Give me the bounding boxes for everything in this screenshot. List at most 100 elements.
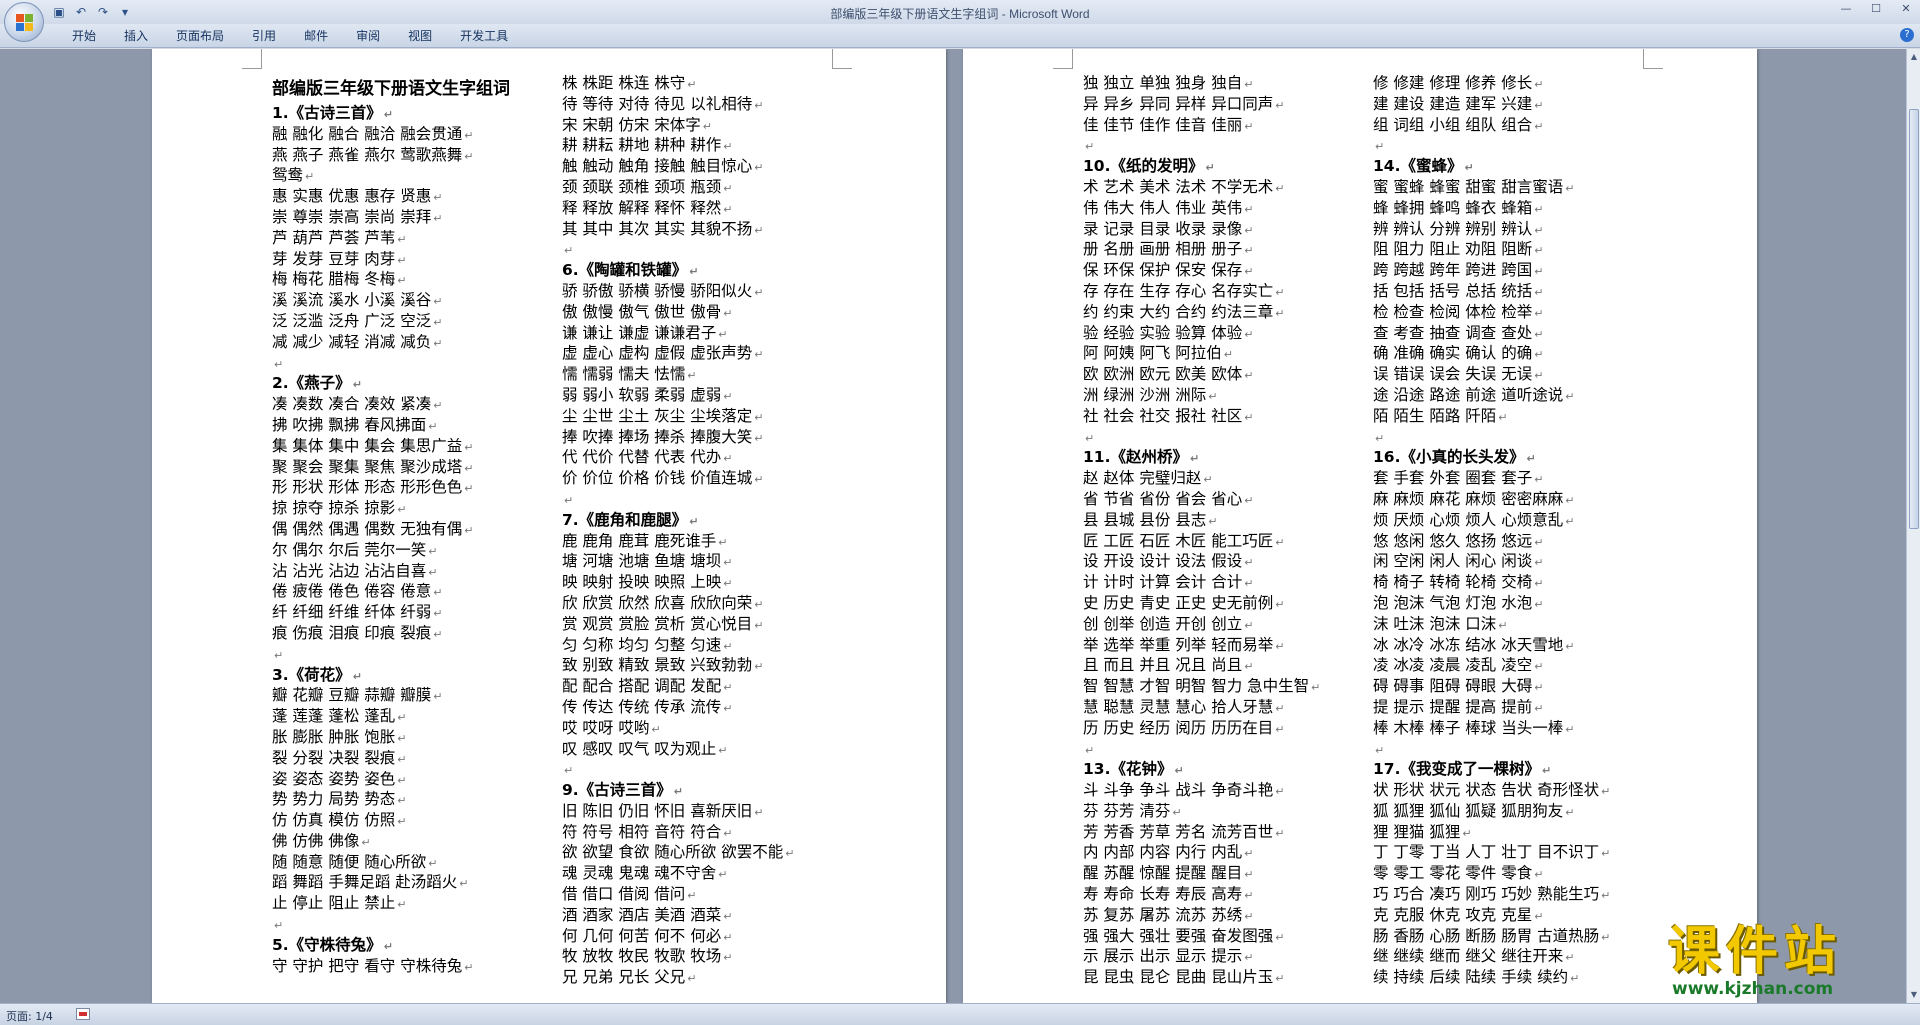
paragraph-mark-icon: ↵ [754,618,764,632]
tab-1[interactable]: 插入 [110,28,162,44]
tab-2[interactable]: 页面布局 [162,28,238,44]
word-line: 佛 仿佛 佛像 ↵ [272,831,510,852]
crop-mark [242,49,262,69]
line-text: 鹿 鹿角 鹿茸 鹿死谁手 [562,531,717,550]
paragraph-mark-icon: ↵ [1565,805,1575,819]
word-line: 沾 沾光 沾边 沾沾自喜 ↵ [272,561,510,582]
paragraph-mark-icon: ↵ [723,826,733,840]
line-text: 蜜 蜜蜂 蜂蜜 甜蜜 甜言蜜语 [1373,177,1564,196]
line-text: 牧 放牧 牧民 牧歌 牧场 [562,947,722,966]
proofing-icon[interactable] [76,1008,90,1020]
empty-paragraph: ↵ [562,489,794,510]
lesson-heading: 2.《燕子》 ↵ [272,373,510,394]
page-1-column-1: 部编版三年级下册语文生字组词 1.《古诗三首》 ↵ 融 融化 融合 融洽 融会贯通 ↵… [272,73,510,976]
word-line: 异 异乡 异同 异样 异口同声 ↵ [1083,94,1320,115]
line-text: 丁 丁零 丁当 人丁 壮丁 目不识丁 [1373,843,1600,862]
paragraph-mark-icon: ↵ [754,98,764,112]
watermark-text: 课件站 [1668,922,1843,982]
crop-mark [832,49,852,69]
line-text: 赏 观赏 赏脸 赏析 赏心悦目 [562,614,753,633]
word-line: 鹿 鹿角 鹿茸 鹿死谁手 ↵ [562,531,794,552]
empty-paragraph: ↵ [272,353,510,374]
paragraph-mark-icon: ↵ [397,898,407,912]
lesson-heading: 7.《鹿角和鹿腿》 ↵ [562,510,794,531]
paragraph-mark-icon: ↵ [723,951,733,965]
line-text: 狐 狐狸 狐仙 狐疑 狐朋狗友 [1373,801,1564,820]
word-line: 凑 凑数 凑合 凑效 紧凑 ↵ [272,394,510,415]
close-icon[interactable]: ✕ [1898,1,1914,17]
word-line: 示 展示 出示 显示 提示 ↵ [1083,946,1320,967]
paragraph-mark-icon: ↵ [689,514,699,528]
paragraph-mark-icon: ↵ [1534,223,1544,237]
paragraph-mark-icon: ↵ [754,161,764,175]
line-text: 修 修建 修理 修养 修长 [1373,74,1533,92]
line-text: 傲 傲慢 傲气 傲世 傲骨 [562,302,722,321]
line-text: 蹈 舞蹈 手舞足蹈 赴汤蹈火 [272,873,458,892]
paragraph-mark-icon: ↵ [723,140,733,154]
tab-7[interactable]: 开发工具 [446,28,522,44]
scrollbar-thumb[interactable] [1909,109,1919,529]
tab-5[interactable]: 审阅 [342,28,394,44]
minimize-icon[interactable]: — [1838,1,1854,17]
vertical-scrollbar[interactable]: ▲ ▼ [1906,49,1920,1003]
line-text: 拂 吹拂 飘拂 春风拂面 [272,415,427,434]
line-text: 止 停止 阻止 禁止 [272,894,396,913]
help-icon[interactable]: ? [1900,28,1914,42]
word-line: 丁 丁零 丁当 人丁 壮丁 目不识丁 ↵ [1373,842,1610,863]
tab-0[interactable]: 开始 [58,28,110,44]
word-line: 赏 观赏 赏脸 赏析 赏心悦目 ↵ [562,614,794,635]
paragraph-mark-icon: ↵ [1534,681,1544,695]
paragraph-mark-icon: ↵ [383,108,393,121]
line-text: 崇 尊崇 崇高 崇尚 崇拜 [272,207,432,226]
office-logo-icon [16,14,34,32]
word-line: 待 等待 对待 待见 以礼相待 ↵ [562,94,794,115]
tab-4[interactable]: 邮件 [290,28,342,44]
page-indicator[interactable]: 页面: 1/4 [6,1008,53,1024]
word-line: 塘 河塘 池塘 鱼塘 塘坝 ↵ [562,551,794,572]
office-button[interactable] [4,2,44,42]
line-text: 纤 纤细 纤维 纤体 纤弱 [272,603,432,622]
word-line: 哎 哎呀 哎哟 ↵ [562,718,794,739]
paragraph-mark-icon: ↵ [1208,389,1218,403]
word-line: 零 零工 零花 零件 零食 ↵ [1373,863,1610,884]
word-line: 减 减少 减轻 消减 减负 ↵ [272,332,510,353]
word-line: 洲 绿洲 沙洲 洲际 ↵ [1083,385,1320,406]
paragraph-mark-icon: ↵ [397,274,407,288]
paragraph-mark-icon: ↵ [1534,701,1544,715]
maximize-icon[interactable]: ☐ [1868,1,1884,17]
line-text: 尘 尘世 尘土 灰尘 尘埃落定 [562,406,753,425]
line-text: 史 历史 青史 正史 史无前例 [1083,593,1274,612]
paragraph-mark-icon: ↵ [1498,618,1508,632]
line-text: 闲 空闲 闲人 闲心 闲谈 [1373,552,1533,571]
paragraph-mark-icon: ↵ [1244,951,1254,965]
line-text: 寿 寿命 长寿 寿辰 高寿 [1083,885,1243,904]
paragraph-mark-icon: ↵ [1275,972,1285,986]
paragraph-mark-icon: ↵ [1244,556,1254,570]
empty-paragraph: ↵ [1373,427,1610,448]
paragraph-mark-icon: ↵ [564,764,574,778]
tab-3[interactable]: 引用 [238,28,290,44]
word-line: 醒 苏醒 惊醒 提醒 醒目 ↵ [1083,863,1320,884]
line-text: 酒 酒家 酒店 美酒 酒菜 [562,905,722,924]
line-text: 胀 膨胀 肿胀 饱胀 [272,727,396,746]
line-text: 芦 葫芦 芦荟 芦苇 [272,228,396,247]
paragraph-mark-icon: ↵ [1534,868,1544,882]
paragraph-mark-icon: ↵ [1244,369,1254,383]
word-line: 捧 吹捧 捧场 捧杀 捧腹大笑 ↵ [562,427,794,448]
word-line: 县 县城 县份 县志 ↵ [1083,510,1320,531]
scroll-up-icon[interactable]: ▲ [1908,51,1920,63]
word-line: 麻 麻烦 麻花 麻烦 密密麻麻 ↵ [1373,489,1610,510]
lesson-heading: 3.《荷花》 ↵ [272,665,510,686]
line-text: 斗 斗争 争斗 战斗 争奇斗艳 [1083,781,1274,800]
tab-6[interactable]: 视图 [394,28,446,44]
paragraph-mark-icon: ↵ [1565,389,1575,403]
line-text: 棒 木棒 棒子 棒球 当头一棒 [1373,718,1564,737]
paragraph-mark-icon: ↵ [397,232,407,246]
paragraph-mark-icon: ↵ [1534,119,1544,133]
crop-mark [1053,49,1073,69]
lesson-heading: 14.《蜜蜂》 ↵ [1373,156,1610,177]
paragraph-mark-icon: ↵ [1085,431,1095,445]
paragraph-mark-icon: ↵ [1565,639,1575,653]
word-line: 闲 空闲 闲人 闲心 闲谈 ↵ [1373,551,1610,572]
paragraph-mark-icon: ↵ [1275,535,1285,549]
